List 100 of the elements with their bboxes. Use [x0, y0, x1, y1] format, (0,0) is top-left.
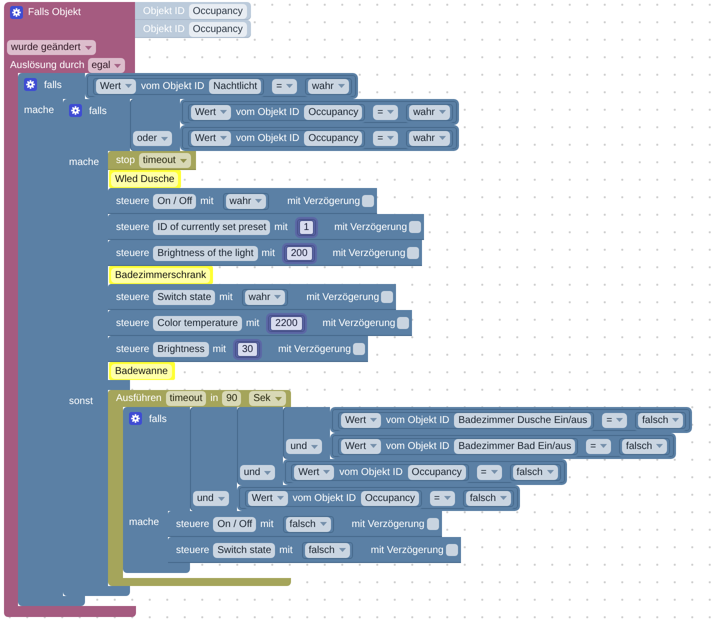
dropdown-field[interactable]: Wert — [191, 130, 231, 146]
dropdown-field[interactable]: falsch — [512, 464, 558, 480]
object-field[interactable]: Occupancy — [408, 464, 466, 480]
checkbox[interactable] — [381, 291, 394, 303]
dropdown-field[interactable]: Sek — [249, 391, 286, 406]
dropdown-field[interactable]: Wert — [96, 78, 136, 94]
dropdown-field[interactable]: falsch — [304, 542, 350, 558]
dropdown-field[interactable]: = — [373, 130, 398, 146]
comment-field[interactable]: Badezimmerschrank — [111, 268, 210, 282]
dropdown-field[interactable]: und — [193, 491, 229, 506]
object-field[interactable]: Brightness — [153, 342, 209, 356]
object-field[interactable]: Color temperature — [153, 316, 242, 330]
block-label: Objekt ID — [143, 22, 185, 36]
dropdown-field[interactable]: wahr — [244, 290, 286, 304]
dropdown-field[interactable]: Wert — [191, 104, 231, 120]
gear-icon[interactable] — [69, 104, 82, 117]
checkbox[interactable] — [409, 221, 422, 233]
comment-field[interactable]: Badewanne — [111, 364, 172, 378]
gear-icon[interactable] — [10, 6, 23, 19]
caret-icon — [276, 496, 284, 500]
block-label: vom Objekt ID — [236, 106, 300, 120]
block-label: mit Verzögerung — [334, 220, 408, 234]
dropdown-field[interactable]: = — [476, 464, 502, 480]
object-field[interactable]: On / Off — [213, 516, 256, 532]
object-field[interactable]: ID of currently set preset — [153, 220, 270, 234]
name-field[interactable]: timeout — [166, 391, 206, 406]
object-field[interactable]: Switch state — [153, 290, 216, 304]
dropdown-field[interactable]: timeout — [138, 153, 191, 168]
checkbox[interactable] — [362, 195, 374, 207]
dropdown-field[interactable]: = — [272, 78, 298, 94]
caret-icon — [338, 548, 346, 552]
block-label: mache — [69, 157, 100, 168]
dropdown-field[interactable]: Wert — [341, 438, 381, 454]
object-field[interactable]: Occupancy — [360, 490, 420, 506]
checkbox[interactable] — [426, 518, 438, 530]
block-label: mit — [262, 246, 275, 260]
caret-icon — [323, 470, 330, 474]
caret-icon — [490, 470, 498, 474]
block-label: steuere — [116, 316, 150, 330]
object-field[interactable]: Brightness of the light — [153, 246, 258, 260]
dropdown-field[interactable]: wurde geändert — [7, 40, 96, 55]
dropdown-field[interactable]: wahr — [226, 194, 266, 208]
number-field[interactable]: 1 — [298, 220, 314, 234]
caret-icon — [672, 418, 680, 422]
block-label: steuere — [116, 194, 150, 208]
caret-icon — [370, 444, 377, 448]
dropdown-field[interactable]: = — [430, 490, 455, 506]
gear-icon[interactable] — [129, 412, 142, 425]
number-field[interactable]: 200 — [286, 246, 313, 260]
dropdown-field[interactable]: = — [373, 104, 398, 120]
block-label: mit — [219, 290, 233, 304]
caret-icon — [616, 418, 624, 422]
object-field[interactable]: Occupancy — [304, 130, 362, 146]
dropdown-field[interactable]: wahr — [409, 130, 450, 146]
dropdown-field[interactable]: oder — [133, 131, 172, 146]
block-label: falls — [149, 413, 167, 427]
block-label: steuere — [176, 518, 210, 532]
caret-icon — [387, 136, 394, 140]
dropdown-field[interactable]: Wert — [248, 490, 288, 506]
dropdown-field[interactable]: Wert — [341, 412, 381, 428]
dropdown-field[interactable]: falsch — [466, 490, 511, 506]
dropdown-field[interactable]: egal — [88, 58, 126, 73]
block-label: mit Verzögerung — [332, 246, 406, 260]
dropdown-field[interactable]: = — [602, 412, 628, 428]
object-field[interactable]: Switch state — [213, 542, 276, 558]
dropdown-field[interactable]: wahr — [409, 104, 450, 120]
block-label: Objekt ID — [143, 4, 185, 18]
gear-icon[interactable] — [24, 78, 37, 91]
number-field[interactable]: 90 — [222, 391, 242, 406]
number-field[interactable]: 2200 — [270, 316, 303, 330]
dropdown-field[interactable]: und — [286, 439, 322, 454]
number-field[interactable]: 30 — [236, 342, 258, 356]
caret-icon — [286, 84, 294, 88]
object-field[interactable]: Nachtlicht — [209, 78, 262, 94]
object-field[interactable]: Occupancy — [188, 4, 247, 18]
caret-icon — [255, 199, 262, 203]
block-label: mit — [212, 342, 226, 356]
block-label: Auslösung durch — [10, 59, 84, 73]
object-field[interactable]: On / Off — [153, 194, 196, 208]
caret-icon — [274, 396, 282, 400]
dropdown-field[interactable]: wahr — [308, 78, 349, 94]
dropdown-field[interactable]: Wert — [294, 464, 334, 480]
object-field[interactable]: Occupancy — [304, 104, 362, 120]
checkbox[interactable] — [407, 247, 420, 259]
comment-field[interactable]: Wled Dusche — [111, 172, 178, 186]
block-label: steuere — [116, 220, 150, 234]
caret-icon — [161, 136, 168, 140]
dropdown-field[interactable]: falsch — [638, 412, 684, 428]
checkbox[interactable] — [397, 317, 410, 329]
dropdown-field[interactable]: falsch — [286, 516, 331, 532]
dropdown-field[interactable]: falsch — [622, 438, 668, 454]
object-field[interactable]: Badezimmer Dusche Ein/aus — [454, 412, 592, 428]
block-label: mit Verzögerung — [287, 194, 360, 208]
dropdown-field[interactable]: = — [586, 438, 612, 454]
object-field[interactable]: Occupancy — [188, 22, 247, 36]
dropdown-field[interactable]: und — [240, 465, 276, 480]
checkbox[interactable] — [446, 544, 458, 556]
checkbox[interactable] — [352, 343, 365, 355]
block-label: vom Objekt ID — [386, 440, 450, 454]
object-field[interactable]: Badezimmer Bad Ein/aus — [454, 438, 576, 454]
